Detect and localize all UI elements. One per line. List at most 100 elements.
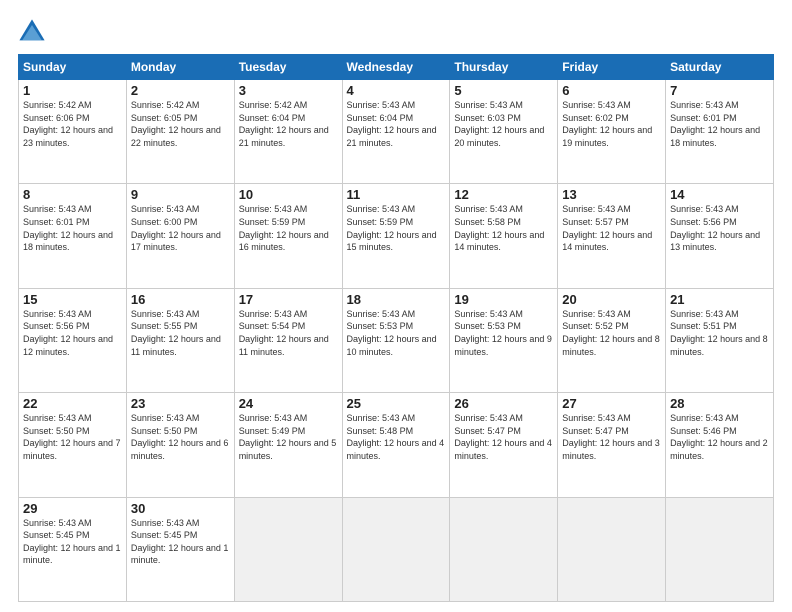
calendar-cell: 3 Sunrise: 5:42 AM Sunset: 6:04 PM Dayli… xyxy=(234,80,342,184)
sunset-label: Sunset: 5:45 PM xyxy=(131,530,198,540)
calendar-cell: 19 Sunrise: 5:43 AM Sunset: 5:53 PM Dayl… xyxy=(450,288,558,392)
day-number: 30 xyxy=(131,501,230,516)
day-number: 27 xyxy=(562,396,661,411)
day-info: Sunrise: 5:43 AM Sunset: 5:48 PM Dayligh… xyxy=(347,412,446,462)
calendar-cell: 24 Sunrise: 5:43 AM Sunset: 5:49 PM Dayl… xyxy=(234,393,342,497)
calendar-table: SundayMondayTuesdayWednesdayThursdayFrid… xyxy=(18,54,774,602)
daylight-label: Daylight: 12 hours and 5 minutes. xyxy=(239,438,337,461)
sunset-label: Sunset: 5:54 PM xyxy=(239,321,306,331)
day-info: Sunrise: 5:43 AM Sunset: 6:01 PM Dayligh… xyxy=(23,203,122,253)
calendar-week-row: 22 Sunrise: 5:43 AM Sunset: 5:50 PM Dayl… xyxy=(19,393,774,497)
day-number: 10 xyxy=(239,187,338,202)
calendar-cell: 22 Sunrise: 5:43 AM Sunset: 5:50 PM Dayl… xyxy=(19,393,127,497)
sunset-label: Sunset: 5:59 PM xyxy=(347,217,414,227)
calendar-cell: 29 Sunrise: 5:43 AM Sunset: 5:45 PM Dayl… xyxy=(19,497,127,601)
calendar-cell: 20 Sunrise: 5:43 AM Sunset: 5:52 PM Dayl… xyxy=(558,288,666,392)
sunset-label: Sunset: 5:49 PM xyxy=(239,426,306,436)
day-number: 3 xyxy=(239,83,338,98)
calendar-cell: 16 Sunrise: 5:43 AM Sunset: 5:55 PM Dayl… xyxy=(126,288,234,392)
calendar-cell: 10 Sunrise: 5:43 AM Sunset: 5:59 PM Dayl… xyxy=(234,184,342,288)
sunrise-label: Sunrise: 5:43 AM xyxy=(131,204,200,214)
day-number: 2 xyxy=(131,83,230,98)
day-number: 22 xyxy=(23,396,122,411)
day-info: Sunrise: 5:43 AM Sunset: 5:57 PM Dayligh… xyxy=(562,203,661,253)
page: SundayMondayTuesdayWednesdayThursdayFrid… xyxy=(0,0,792,612)
daylight-label: Daylight: 12 hours and 4 minutes. xyxy=(347,438,445,461)
sunrise-label: Sunrise: 5:43 AM xyxy=(454,309,523,319)
day-info: Sunrise: 5:43 AM Sunset: 5:47 PM Dayligh… xyxy=(562,412,661,462)
day-info: Sunrise: 5:43 AM Sunset: 5:51 PM Dayligh… xyxy=(670,308,769,358)
column-header-sunday: Sunday xyxy=(19,55,127,80)
column-header-monday: Monday xyxy=(126,55,234,80)
calendar-cell: 12 Sunrise: 5:43 AM Sunset: 5:58 PM Dayl… xyxy=(450,184,558,288)
sunrise-label: Sunrise: 5:43 AM xyxy=(562,204,631,214)
sunset-label: Sunset: 5:50 PM xyxy=(23,426,90,436)
daylight-label: Daylight: 12 hours and 12 minutes. xyxy=(23,334,113,357)
sunrise-label: Sunrise: 5:43 AM xyxy=(454,413,523,423)
daylight-label: Daylight: 12 hours and 8 minutes. xyxy=(670,334,768,357)
day-info: Sunrise: 5:42 AM Sunset: 6:05 PM Dayligh… xyxy=(131,99,230,149)
day-number: 19 xyxy=(454,292,553,307)
day-info: Sunrise: 5:43 AM Sunset: 5:49 PM Dayligh… xyxy=(239,412,338,462)
sunrise-label: Sunrise: 5:43 AM xyxy=(131,413,200,423)
daylight-label: Daylight: 12 hours and 17 minutes. xyxy=(131,230,221,253)
calendar-cell: 1 Sunrise: 5:42 AM Sunset: 6:06 PM Dayli… xyxy=(19,80,127,184)
daylight-label: Daylight: 12 hours and 1 minute. xyxy=(23,543,121,566)
sunrise-label: Sunrise: 5:43 AM xyxy=(239,413,308,423)
sunset-label: Sunset: 5:56 PM xyxy=(670,217,737,227)
day-number: 23 xyxy=(131,396,230,411)
daylight-label: Daylight: 12 hours and 16 minutes. xyxy=(239,230,329,253)
column-header-wednesday: Wednesday xyxy=(342,55,450,80)
column-header-thursday: Thursday xyxy=(450,55,558,80)
sunset-label: Sunset: 5:50 PM xyxy=(131,426,198,436)
sunrise-label: Sunrise: 5:43 AM xyxy=(347,309,416,319)
sunset-label: Sunset: 5:52 PM xyxy=(562,321,629,331)
day-number: 16 xyxy=(131,292,230,307)
sunset-label: Sunset: 6:01 PM xyxy=(670,113,737,123)
sunrise-label: Sunrise: 5:43 AM xyxy=(670,100,739,110)
calendar-header-row: SundayMondayTuesdayWednesdayThursdayFrid… xyxy=(19,55,774,80)
sunset-label: Sunset: 6:04 PM xyxy=(347,113,414,123)
sunset-label: Sunset: 5:58 PM xyxy=(454,217,521,227)
day-info: Sunrise: 5:43 AM Sunset: 5:45 PM Dayligh… xyxy=(131,517,230,567)
logo xyxy=(18,18,50,46)
sunset-label: Sunset: 5:47 PM xyxy=(562,426,629,436)
calendar-cell: 23 Sunrise: 5:43 AM Sunset: 5:50 PM Dayl… xyxy=(126,393,234,497)
day-number: 8 xyxy=(23,187,122,202)
daylight-label: Daylight: 12 hours and 22 minutes. xyxy=(131,125,221,148)
calendar-week-row: 8 Sunrise: 5:43 AM Sunset: 6:01 PM Dayli… xyxy=(19,184,774,288)
sunrise-label: Sunrise: 5:43 AM xyxy=(131,518,200,528)
sunrise-label: Sunrise: 5:43 AM xyxy=(239,309,308,319)
day-info: Sunrise: 5:43 AM Sunset: 5:55 PM Dayligh… xyxy=(131,308,230,358)
day-info: Sunrise: 5:43 AM Sunset: 5:56 PM Dayligh… xyxy=(23,308,122,358)
sunrise-label: Sunrise: 5:43 AM xyxy=(562,100,631,110)
calendar-cell: 5 Sunrise: 5:43 AM Sunset: 6:03 PM Dayli… xyxy=(450,80,558,184)
sunset-label: Sunset: 5:45 PM xyxy=(23,530,90,540)
daylight-label: Daylight: 12 hours and 20 minutes. xyxy=(454,125,544,148)
daylight-label: Daylight: 12 hours and 8 minutes. xyxy=(562,334,660,357)
daylight-label: Daylight: 12 hours and 18 minutes. xyxy=(23,230,113,253)
day-info: Sunrise: 5:43 AM Sunset: 6:01 PM Dayligh… xyxy=(670,99,769,149)
sunset-label: Sunset: 5:48 PM xyxy=(347,426,414,436)
daylight-label: Daylight: 12 hours and 14 minutes. xyxy=(562,230,652,253)
daylight-label: Daylight: 12 hours and 18 minutes. xyxy=(670,125,760,148)
day-info: Sunrise: 5:43 AM Sunset: 5:47 PM Dayligh… xyxy=(454,412,553,462)
sunset-label: Sunset: 5:53 PM xyxy=(454,321,521,331)
column-header-saturday: Saturday xyxy=(666,55,774,80)
sunset-label: Sunset: 6:04 PM xyxy=(239,113,306,123)
day-number: 24 xyxy=(239,396,338,411)
sunrise-label: Sunrise: 5:43 AM xyxy=(562,309,631,319)
calendar-cell: 14 Sunrise: 5:43 AM Sunset: 5:56 PM Dayl… xyxy=(666,184,774,288)
daylight-label: Daylight: 12 hours and 14 minutes. xyxy=(454,230,544,253)
calendar-cell: 17 Sunrise: 5:43 AM Sunset: 5:54 PM Dayl… xyxy=(234,288,342,392)
sunset-label: Sunset: 5:57 PM xyxy=(562,217,629,227)
calendar-cell xyxy=(450,497,558,601)
day-number: 15 xyxy=(23,292,122,307)
calendar-cell: 28 Sunrise: 5:43 AM Sunset: 5:46 PM Dayl… xyxy=(666,393,774,497)
sunrise-label: Sunrise: 5:43 AM xyxy=(562,413,631,423)
day-info: Sunrise: 5:43 AM Sunset: 5:59 PM Dayligh… xyxy=(239,203,338,253)
day-number: 29 xyxy=(23,501,122,516)
sunrise-label: Sunrise: 5:42 AM xyxy=(239,100,308,110)
daylight-label: Daylight: 12 hours and 11 minutes. xyxy=(131,334,221,357)
daylight-label: Daylight: 12 hours and 7 minutes. xyxy=(23,438,121,461)
